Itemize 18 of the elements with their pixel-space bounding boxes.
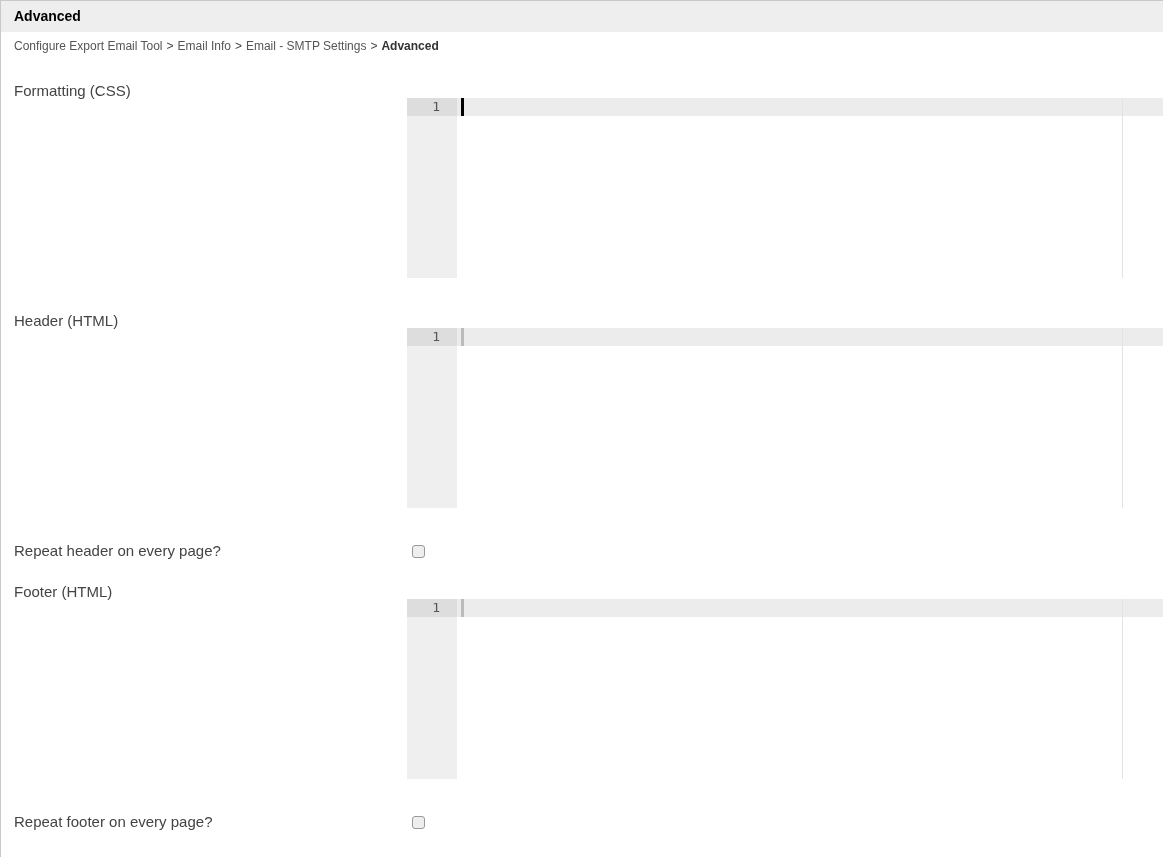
field-label: Repeat footer on every page?: [13, 812, 214, 832]
line-number: 1: [407, 599, 457, 617]
panel-title: Advanced: [14, 7, 81, 26]
breadcrumb-item: Advanced: [381, 38, 439, 55]
breadcrumb-separator: >: [166, 38, 174, 55]
breadcrumb-item[interactable]: Configure Export Email Tool: [14, 37, 163, 55]
breadcrumb-item[interactable]: Email - SMTP Settings: [245, 37, 367, 55]
breadcrumb-separator: >: [370, 38, 378, 55]
line-number: 1: [407, 328, 457, 346]
breadcrumb-separator: >: [234, 38, 242, 55]
checkbox[interactable]: [412, 815, 425, 829]
field-label: Footer (HTML): [13, 582, 114, 602]
checkbox[interactable]: [412, 544, 425, 558]
field-label: Header (HTML): [13, 311, 120, 331]
field-label: Formatting (CSS): [13, 81, 132, 101]
line-number: 1: [407, 98, 457, 116]
breadcrumb-item[interactable]: Email Info: [177, 37, 231, 55]
field-label: Repeat header on every page?: [13, 541, 222, 561]
